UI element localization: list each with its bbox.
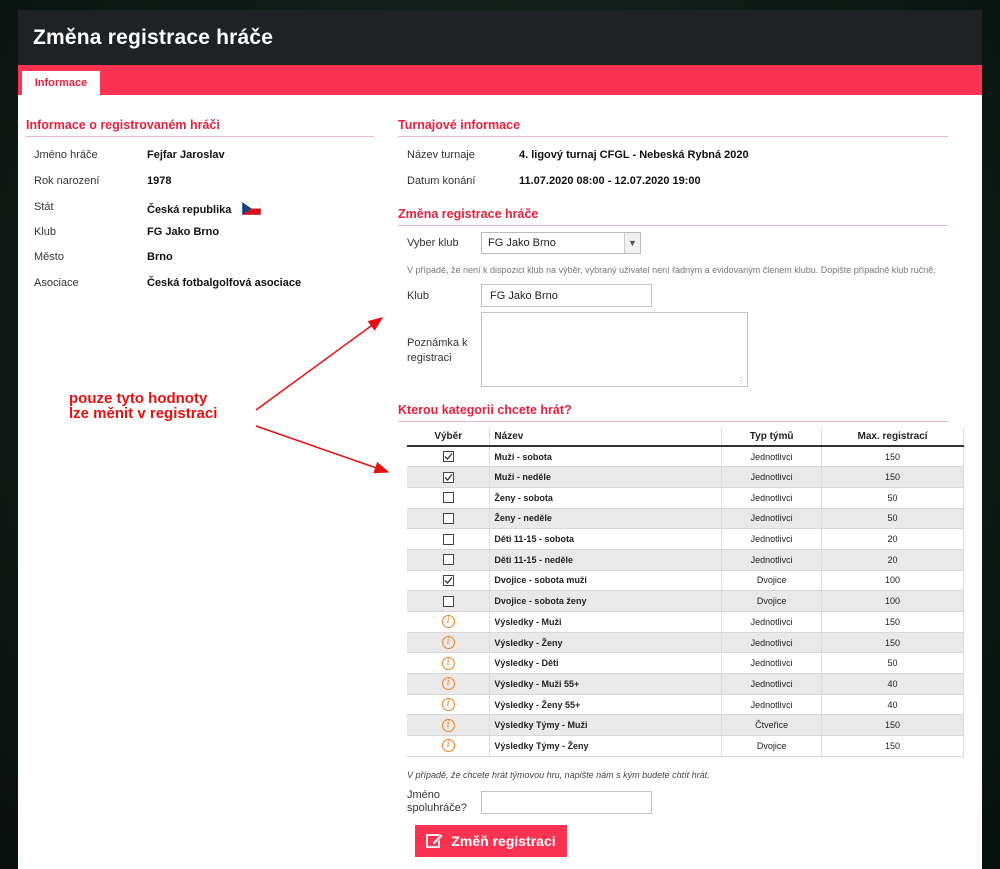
annotation-arrow-down <box>255 425 390 474</box>
annotation-arrows <box>255 317 390 474</box>
annotation-arrow-up <box>255 317 384 411</box>
